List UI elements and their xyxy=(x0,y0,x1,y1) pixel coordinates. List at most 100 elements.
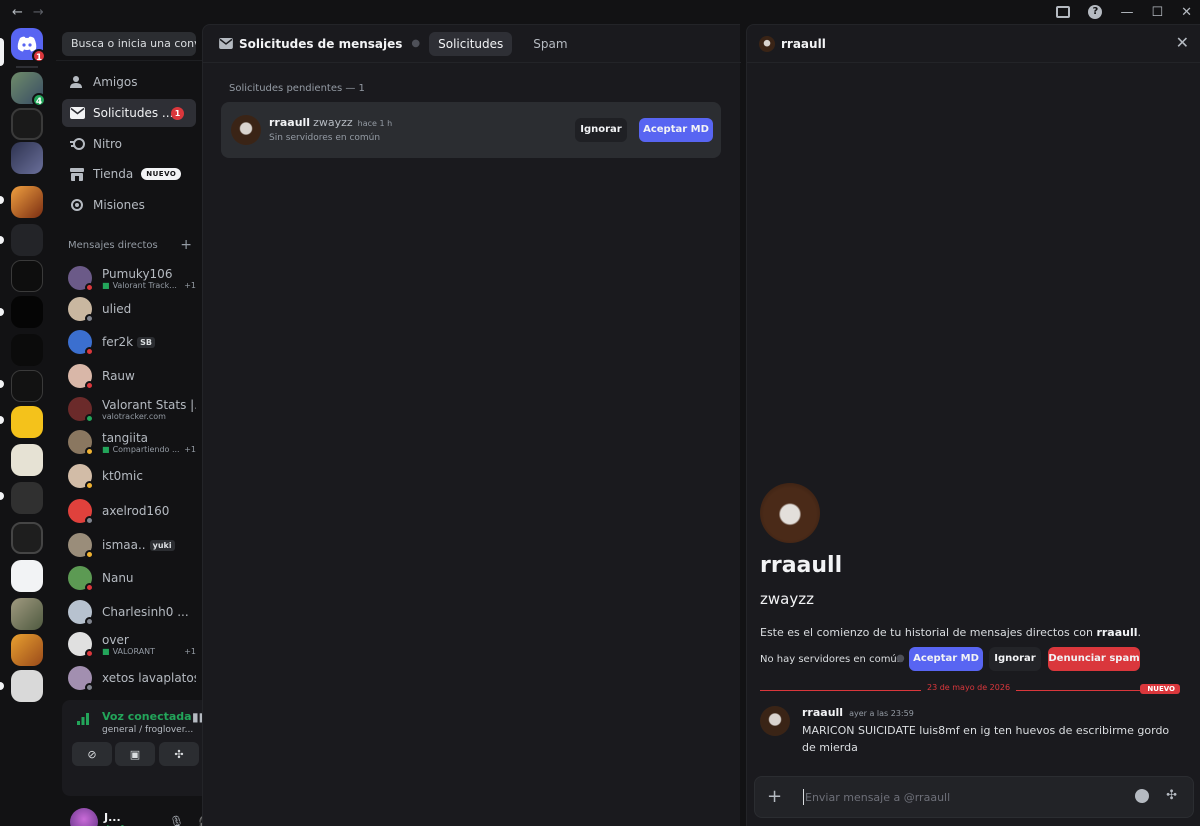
request-row[interactable]: rraaull zwayzz hace 1 h Sin servidores en … xyxy=(221,102,721,158)
request-time: hace 1 h xyxy=(357,119,393,128)
tab-spam[interactable]: Spam xyxy=(524,32,576,56)
ignore-button[interactable]: Ignorar xyxy=(989,647,1041,671)
nav-message-requests[interactable]: Solicitudes ... 1 xyxy=(62,99,196,127)
window-close-icon[interactable]: ✕ xyxy=(1181,5,1192,20)
screen-share-button[interactable]: ▣ xyxy=(115,742,155,766)
server-icon-4[interactable] xyxy=(11,186,43,218)
dm-avatar xyxy=(68,600,94,626)
dm-item[interactable]: Nanu xyxy=(62,562,196,594)
server-icon-3[interactable] xyxy=(11,142,43,174)
date-label: 23 de mayo de 2026 xyxy=(921,683,1017,692)
status-dnd xyxy=(85,649,94,658)
emoji-icon[interactable] xyxy=(1135,789,1149,803)
dm-name: Nanu xyxy=(102,571,196,585)
server-icon-10[interactable] xyxy=(11,406,43,438)
microphone-icon[interactable]: 🎙 xyxy=(169,815,184,826)
dm-name-text: Valorant Stats |... xyxy=(102,397,196,412)
dm-item[interactable]: Charlesinh0 ... xyxy=(62,596,196,628)
server-icon-12[interactable] xyxy=(11,482,43,514)
rail-separator xyxy=(16,66,38,68)
dm-avatar xyxy=(68,666,94,692)
dm-item[interactable]: xetos lavaplatos xyxy=(62,662,196,694)
dm-name-text: kt0mic xyxy=(102,469,143,483)
tab-requests[interactable]: Solicitudes xyxy=(429,31,513,56)
unread-dot xyxy=(0,682,4,690)
forward-arrow-icon[interactable]: → xyxy=(33,5,44,20)
server-icon-9[interactable] xyxy=(11,370,43,402)
dm-activity: ■ VALORANT +1 xyxy=(102,647,196,656)
intro-name: rraaull xyxy=(1096,626,1138,639)
dm-name: Charlesinh0 ... xyxy=(102,605,196,619)
request-preview-panel: rraaull ✕ rraaull zwayzz Este es el comi… xyxy=(746,24,1200,826)
server-icon-8[interactable] xyxy=(11,334,43,366)
dm-item[interactable]: Valorant Stats |... valotracker.com xyxy=(62,393,196,425)
back-arrow-icon[interactable]: ← xyxy=(12,5,23,20)
separator-dot: ● xyxy=(896,653,905,664)
server-icon-2[interactable] xyxy=(11,108,43,140)
dm-item[interactable]: kt0mic xyxy=(62,460,196,492)
home-button[interactable]: 1 xyxy=(11,28,46,63)
dm-activity-text: Valorant Track... xyxy=(112,280,177,290)
dm-item[interactable]: over ■ VALORANT +1 xyxy=(62,628,196,660)
channel-sidebar: Busca o inicia una conv... Amigos Solici… xyxy=(56,24,252,826)
nav-shop[interactable]: Tienda NUEVO xyxy=(62,160,196,188)
dm-item[interactable]: Rauw xyxy=(62,360,196,392)
message-author[interactable]: rraaull xyxy=(802,706,843,719)
dm-name-text: Nanu xyxy=(102,571,134,585)
accept-dm-button[interactable]: Aceptar MD xyxy=(909,647,983,671)
message-input[interactable] xyxy=(805,786,1125,808)
minimize-icon[interactable]: — xyxy=(1120,5,1133,20)
server-icon-17[interactable] xyxy=(11,670,43,702)
dm-item[interactable]: axelrod160 xyxy=(62,495,196,527)
camera-off-button[interactable]: ⊘ xyxy=(72,742,112,766)
nav-friends[interactable]: Amigos xyxy=(62,68,196,96)
message-avatar[interactable] xyxy=(760,706,790,736)
user-avatar[interactable] xyxy=(70,808,98,826)
server-icon-5[interactable] xyxy=(11,224,43,256)
nav-label: Nitro xyxy=(93,137,123,151)
server-icon-11[interactable] xyxy=(11,444,43,476)
dm-item[interactable]: ulied xyxy=(62,293,196,325)
server-icon-15[interactable] xyxy=(11,598,43,630)
screen-share-icon: ▣ xyxy=(129,747,141,761)
dm-avatar xyxy=(68,297,94,323)
status-idle xyxy=(85,550,94,559)
nav-nitro[interactable]: Nitro xyxy=(62,130,196,158)
maximize-icon[interactable]: ☐ xyxy=(1151,5,1163,20)
status-dnd xyxy=(85,583,94,592)
accept-dm-button[interactable]: Aceptar MD xyxy=(639,118,713,142)
close-icon[interactable]: ✕ xyxy=(1176,33,1189,52)
dm-item[interactable]: ismaa.. yuki xyxy=(62,529,196,561)
help-icon[interactable]: ? xyxy=(1088,5,1103,19)
message-text: MARICON SUICIDATE luis8mf en ig ten huev… xyxy=(802,724,1170,754)
dm-item[interactable]: fer2k SB xyxy=(62,326,196,358)
envelope-icon xyxy=(68,104,86,122)
server-icon-1[interactable]: 4 xyxy=(11,72,46,107)
activities-button[interactable]: ✣ xyxy=(159,742,199,766)
dm-activity: ■ Compartiendo ... +1 xyxy=(102,445,196,454)
activities-icon: ✣ xyxy=(174,747,184,761)
create-dm-icon[interactable]: + xyxy=(180,238,192,252)
inbox-icon[interactable] xyxy=(1056,6,1071,18)
unread-dot xyxy=(0,380,4,388)
server-icon-16[interactable] xyxy=(11,634,43,666)
add-attachment-icon[interactable]: + xyxy=(767,786,782,808)
search-button[interactable]: Busca o inicia una conv... xyxy=(62,32,196,56)
dm-name-text: Pumuky106 xyxy=(102,266,173,281)
server-icon-14[interactable] xyxy=(11,560,43,592)
dm-name: xetos lavaplatos xyxy=(102,671,196,685)
report-spam-button[interactable]: Denunciar spam xyxy=(1048,647,1140,671)
server-icon-7[interactable] xyxy=(11,296,43,328)
voice-channel[interactable]: general / froglover... xyxy=(102,725,193,735)
nav-label: Misiones xyxy=(93,198,145,212)
server-tag: SB xyxy=(137,336,155,348)
dm-item[interactable]: Pumuky106 ■ Valorant Track... +1 xyxy=(62,262,196,294)
profile-avatar[interactable] xyxy=(760,483,820,543)
nav-quests[interactable]: Misiones xyxy=(62,191,196,219)
apps-icon[interactable]: ✣ xyxy=(1166,788,1177,803)
camera-off-icon: ⊘ xyxy=(87,747,97,761)
ignore-button[interactable]: Ignorar xyxy=(575,118,627,142)
server-icon-6[interactable] xyxy=(11,260,43,292)
server-icon-13[interactable] xyxy=(11,522,43,554)
dm-item[interactable]: tangiita ■ Compartiendo ... +1 xyxy=(62,426,196,458)
